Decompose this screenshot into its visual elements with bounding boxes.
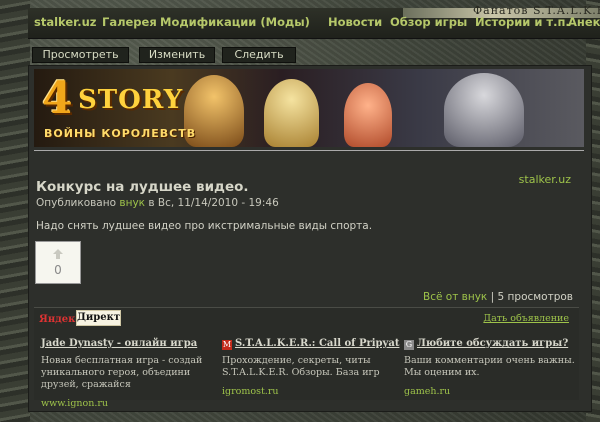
ad-text: Новая бесплатная игра - создай уникально… (41, 355, 203, 390)
nav-gallery[interactable]: Галерея (102, 15, 157, 29)
banner-logo-number: 4 (42, 73, 73, 124)
meta-prefix: Опубликовано (36, 197, 117, 209)
character-redhead (344, 83, 392, 147)
nav-game-review[interactable]: Обзор игры (390, 15, 467, 29)
top-navigation: Фанатов S.T.A.L.K.E.R. stalker.uz Галере… (28, 4, 600, 39)
vote-widget: 0 (35, 241, 81, 284)
tab-edit[interactable]: Изменить (139, 47, 215, 63)
ad-item: G Любите обсуждать игры? Ваши комментарии… (404, 331, 582, 398)
vote-count: 0 (54, 263, 62, 277)
ad-url-link[interactable]: gameh.ru (404, 386, 450, 397)
ad-url-link[interactable]: www.ignon.ru (41, 398, 108, 409)
4story-banner[interactable]: 4 STORY ВОЙНЫ КОРОЛЕВСТВ (34, 69, 584, 147)
left-stone-border (0, 0, 30, 422)
ad-title-link[interactable]: Любите обсуждать игры? (417, 338, 568, 349)
vote-up-icon[interactable] (52, 248, 64, 260)
post-meta: Опубликовано внук в Вс, 11/14/2010 - 19:… (36, 197, 279, 209)
ad-text: Ваши комментарии очень важны. Мы оценим … (404, 355, 575, 378)
post-ad-link[interactable]: Дать объявление (483, 313, 569, 324)
gameh-favicon-icon: G (404, 340, 414, 350)
nav-news[interactable]: Новости (328, 15, 382, 29)
links-separator: | (490, 291, 495, 303)
nav-jokes[interactable]: Анекд (568, 15, 600, 29)
ad-item: Jade Dynasty - онлайн игра Новая бесплат… (41, 331, 219, 410)
ad-title-link[interactable]: Jade Dynasty - онлайн игра (41, 338, 197, 349)
ad-item: M S.T.A.L.K.E.R.: Call of Pripyat Прохожд… (222, 331, 400, 398)
ad-title-link[interactable]: S.T.A.L.K.E.R.: Call of Pripyat (235, 338, 399, 349)
ad-url-link[interactable]: igromost.ru (222, 386, 278, 397)
banner-subtitle: ВОЙНЫ КОРОЛЕВСТВ (44, 127, 197, 140)
post-links: Всё от внук | 5 просмотров (423, 291, 573, 303)
ad-text: Прохождение, секреты, читы S.T.A.L.K.E.R… (222, 355, 380, 378)
site-link[interactable]: stalker.uz (519, 173, 571, 186)
content-panel: 4 STORY ВОЙНЫ КОРОЛЕВСТВ stalker.uz Конк… (28, 65, 592, 412)
nav-stalker-uz[interactable]: stalker.uz (34, 15, 96, 29)
banner-logo-name: STORY (78, 85, 184, 115)
post-body: Надо снять лудшее видео про икстримальны… (36, 220, 373, 232)
all-from-user-link[interactable]: Всё от внук (423, 291, 487, 303)
character-blonde (264, 79, 319, 147)
post-title: Конкурс на лудшее видео. (36, 179, 249, 195)
ad-title-row: M S.T.A.L.K.E.R.: Call of Pripyat (222, 331, 400, 350)
character-knight (444, 73, 524, 147)
banner-divider (34, 150, 584, 151)
yandex-direct-block: Яндекс Директ Дать объявление Jade Dynas… (34, 307, 582, 409)
author-link[interactable]: внук (119, 197, 145, 209)
igromost-favicon-icon: M (222, 340, 232, 350)
tab-follow[interactable]: Следить (222, 47, 296, 63)
ad-title-row: G Любите обсуждать игры? (404, 331, 582, 350)
nav-stories[interactable]: Истории и т.п. (475, 15, 570, 29)
direct-label[interactable]: Директ (76, 310, 121, 326)
meta-date: в Вс, 11/14/2010 - 19:46 (148, 197, 279, 209)
tab-view[interactable]: Просмотреть (32, 47, 129, 63)
nav-mods[interactable]: Модификации (Моды) (160, 15, 310, 29)
views-count: 5 просмотров (497, 291, 573, 303)
